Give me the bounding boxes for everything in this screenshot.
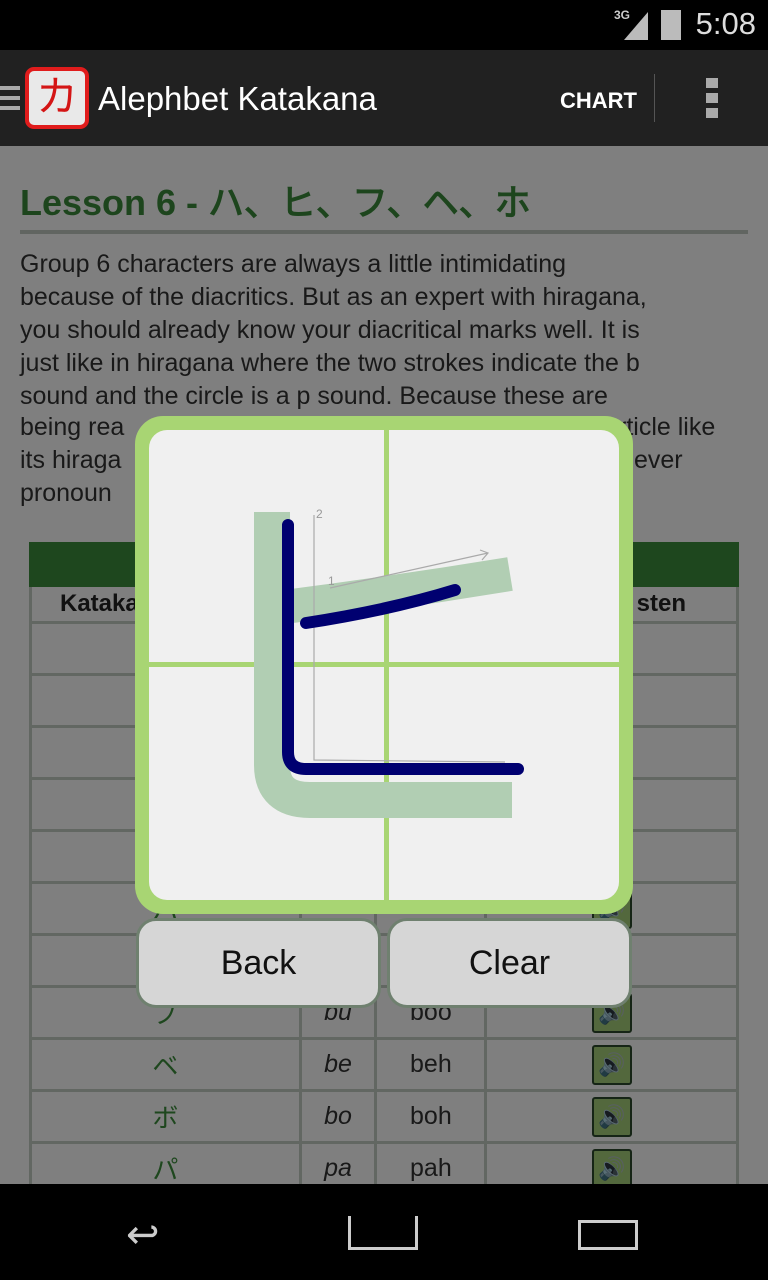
recents-nav-icon[interactable] xyxy=(578,1220,638,1250)
home-nav-icon[interactable] xyxy=(348,1216,418,1250)
stroke-order-arrow-2 xyxy=(313,515,506,763)
action-bar: カ Alephbet Katakana CHART xyxy=(0,50,768,146)
back-button[interactable]: Back xyxy=(136,918,381,1008)
stroke-number: 1 xyxy=(328,574,335,588)
overflow-menu-icon[interactable] xyxy=(706,78,718,123)
stroke-number: 2 xyxy=(316,507,323,521)
stroke-canvas: 1 2 xyxy=(254,507,524,818)
app-title: Alephbet Katakana xyxy=(98,80,377,117)
battery-icon xyxy=(661,10,681,40)
chart-button[interactable]: CHART xyxy=(560,88,637,114)
back-nav-icon[interactable]: ↩ xyxy=(126,1212,160,1258)
clock: 5:08 xyxy=(695,6,756,41)
drawer-icon[interactable] xyxy=(0,86,20,116)
navigation-bar: ↩ xyxy=(0,1184,768,1280)
divider xyxy=(654,74,655,122)
status-bar: 3G 5:08 xyxy=(0,0,768,50)
app-logo[interactable]: カ xyxy=(25,67,89,129)
signal-icon xyxy=(624,12,648,40)
drawing-pad[interactable]: 1 2 xyxy=(149,430,619,900)
clear-button[interactable]: Clear xyxy=(387,918,632,1008)
stroke-practice-dialog: 1 2 xyxy=(135,416,633,914)
